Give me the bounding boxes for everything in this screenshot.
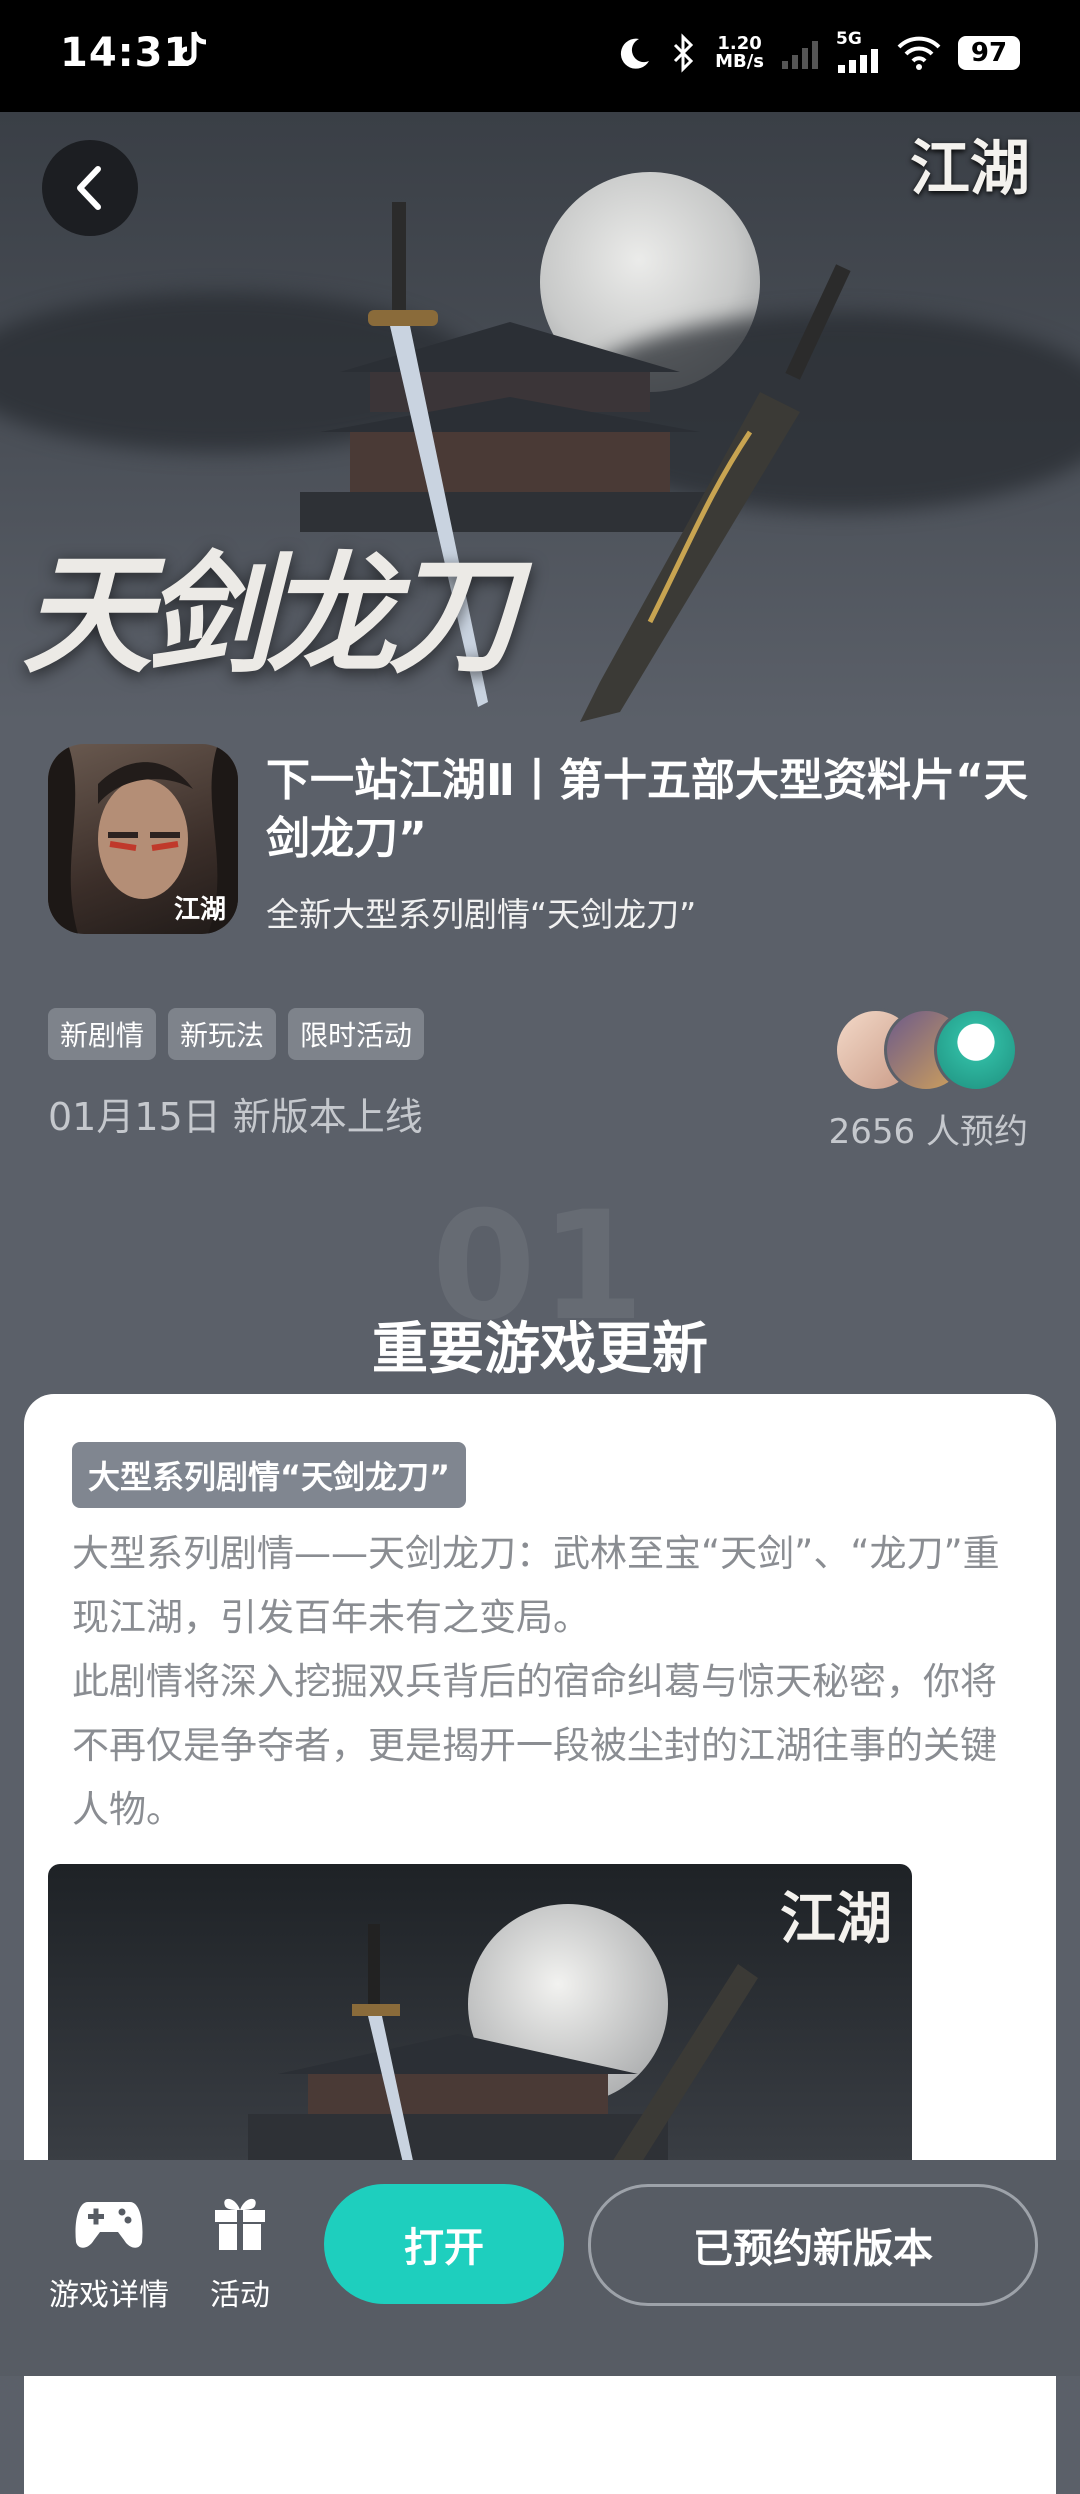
card-tag: 大型系列剧情“天剑龙刀” xyxy=(72,1442,467,1508)
signal-icon-sim2 xyxy=(782,41,818,69)
card-image[interactable]: 江湖 xyxy=(48,1864,912,2164)
game-title: 下一站江湖Ⅱ丨第十五部大型资料片“天剑龙刀” xyxy=(266,755,1028,864)
game-logo: 江湖 xyxy=(910,134,1030,204)
section-title: 重要游戏更新 xyxy=(372,1317,708,1382)
card-image-logo: 江湖 xyxy=(780,1886,892,1952)
game-details-label: 游戏详情 xyxy=(49,2278,169,2313)
tag-new-story: 新剧情 xyxy=(48,1008,157,1060)
network-speed: 1.20 MB/s xyxy=(715,35,764,71)
tiktok-icon xyxy=(177,31,207,66)
reserved-new-version-button[interactable]: 已预约新版本 xyxy=(588,2184,1038,2306)
game-subtitle: 全新大型系列剧情“天剑龙刀” xyxy=(266,895,697,934)
tag-limited-event: 限时活动 xyxy=(288,1008,425,1060)
bottom-action-bar: 游戏详情 活动 打开 已预约新版本 xyxy=(0,2160,1080,2376)
game-icon[interactable]: 江湖 xyxy=(48,744,238,934)
activity-label: 活动 xyxy=(210,2278,270,2313)
bluetooth-icon xyxy=(674,33,694,73)
release-date: 01月15日 新版本上线 xyxy=(48,1095,423,1139)
open-game-button[interactable]: 打开 xyxy=(324,2184,564,2304)
icon-logo: 江湖 xyxy=(173,895,226,925)
game-info: 江湖 下一站江湖Ⅱ丨第十五部大型资料片“天剑龙刀” 全新大型系列剧情“天剑龙刀” xyxy=(48,744,1040,934)
wifi-icon xyxy=(897,36,941,70)
chevron-left-icon xyxy=(77,166,101,210)
battery-indicator: 97 xyxy=(958,36,1020,70)
saber-artwork xyxy=(610,1964,758,2164)
gamepad-icon xyxy=(75,2202,143,2248)
activity-button[interactable]: 活动 xyxy=(200,2192,280,2314)
hero-title: 天剑龙刀 xyxy=(22,538,518,691)
gift-icon xyxy=(215,2198,265,2250)
tag-new-gameplay: 新玩法 xyxy=(168,1008,277,1060)
card-description: 大型系列剧情——天剑龙刀：武林至宝“天剑”、“龙刀”重现江湖，引发百年未有之变局… xyxy=(72,1522,1032,1842)
status-bar: 14:31 1.20 MB/s 5G 97 xyxy=(0,0,1080,112)
reserved-user-avatars xyxy=(834,1008,1018,1092)
game-details-button[interactable]: 游戏详情 xyxy=(44,2192,174,2314)
card-paragraph: 大型系列剧情——天剑龙刀：武林至宝“天剑”、“龙刀”重现江湖，引发百年未有之变局… xyxy=(72,1532,1000,1639)
moon-icon xyxy=(620,38,650,69)
network-type: 5G xyxy=(836,29,862,49)
back-button[interactable] xyxy=(42,140,138,236)
signal-icon-5g: 5G xyxy=(836,29,880,73)
sword-artwork xyxy=(352,1924,414,2164)
status-icons: 1.20 MB/s 5G 97 xyxy=(613,28,1020,78)
reservation-count: 2656 人预约 xyxy=(828,1112,1028,1152)
net-speed-unit: MB/s xyxy=(715,51,764,72)
card-paragraph: 此剧情将深入挖掘双兵背后的宿命纠葛与惊天秘密，你将不再仅是争夺者，更是揭开一段被… xyxy=(72,1660,997,1831)
saber-artwork xyxy=(580,264,851,722)
avatar xyxy=(934,1008,1018,1092)
tag-list: 新剧情 新玩法 限时活动 xyxy=(48,1008,425,1060)
